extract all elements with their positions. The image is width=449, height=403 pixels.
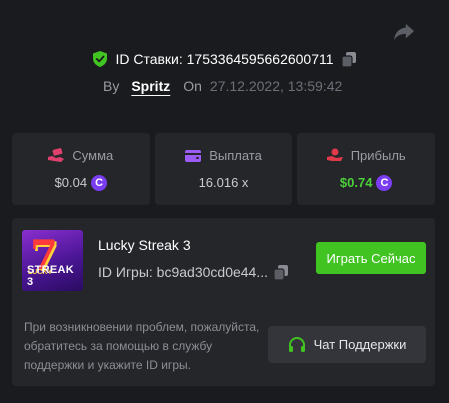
bet-id-label: ID Ставки: 1753364595662600711 xyxy=(115,51,334,67)
verified-shield-icon xyxy=(93,51,108,67)
payout-label: Выплата xyxy=(209,148,262,163)
wallet-icon xyxy=(185,149,202,162)
bet-id-row: ID Ставки: 1753364595662600711 xyxy=(0,51,449,67)
share-icon[interactable] xyxy=(393,22,415,42)
game-thumbnail[interactable]: 7 LUCKY STREAK 3 xyxy=(22,230,83,291)
coin-icon: C xyxy=(376,174,393,191)
copy-icon[interactable] xyxy=(341,51,356,67)
bet-date: 27.12.2022, 13:59:42 xyxy=(209,78,343,94)
game-card: 7 LUCKY STREAK 3 Lucky Streak 3 ID Игры:… xyxy=(12,218,435,386)
play-now-button[interactable]: Играть Сейчас xyxy=(316,242,426,274)
support-chat-button[interactable]: Чат Поддержки xyxy=(268,326,426,363)
stat-payout: Выплата 16.016 x xyxy=(154,133,293,205)
by-label: By xyxy=(103,78,120,94)
copy-icon[interactable] xyxy=(274,264,289,280)
bet-author-row: By Spritz On 27.12.2022, 13:59:42 xyxy=(103,78,342,94)
profit-hand-icon xyxy=(326,148,343,161)
username-link[interactable]: Spritz xyxy=(131,78,170,94)
stat-profit: Прибыль $0.74 C xyxy=(297,133,436,205)
amount-value: $0.04 xyxy=(54,175,88,190)
game-id-row: ID Игры: bc9ad30cd0e44... xyxy=(98,264,289,280)
payout-value: 16.016 x xyxy=(198,175,249,190)
profit-value: $0.74 xyxy=(339,175,373,190)
on-label: On xyxy=(183,78,202,94)
thumbnail-caption-bottom: STREAK 3 xyxy=(27,264,75,288)
profit-label: Прибыль xyxy=(350,147,406,163)
support-chat-label: Чат Поддержки xyxy=(313,337,407,352)
coin-icon: C xyxy=(91,174,108,191)
support-help-text: При возникновении проблем, пожалуйста, о… xyxy=(24,320,260,372)
headset-icon xyxy=(288,336,305,352)
bet-stats: Сумма $0.04 C Выплата 16.016 x Прибыль $… xyxy=(12,133,436,205)
stat-amount: Сумма $0.04 C xyxy=(12,133,150,205)
money-hand-icon xyxy=(48,148,65,162)
amount-label: Сумма xyxy=(72,147,114,163)
game-id-label: ID Игры: bc9ad30cd0e44... xyxy=(98,264,269,280)
game-title[interactable]: Lucky Streak 3 xyxy=(98,237,191,253)
